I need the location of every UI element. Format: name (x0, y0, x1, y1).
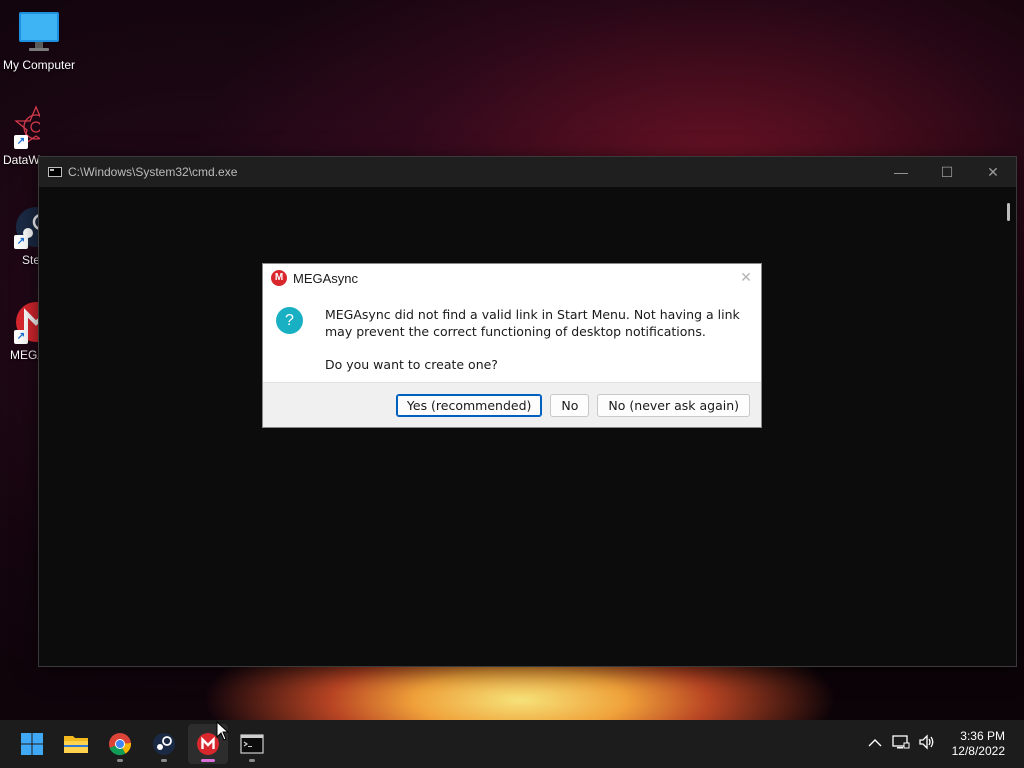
taskbar-file-explorer[interactable] (56, 724, 96, 764)
desktop-icon-label: My Computer (2, 58, 76, 72)
taskbar-clock[interactable]: 3:36 PM 12/8/2022 (952, 729, 1005, 759)
steam-icon (153, 733, 175, 755)
dialog-title: MEGAsync (293, 270, 359, 286)
running-indicator (161, 759, 167, 762)
running-indicator (249, 759, 255, 762)
desktop-icon-my-computer[interactable]: My Computer (0, 10, 78, 72)
dialog-button-bar: Yes (recommended) No No (never ask again… (263, 382, 761, 427)
mega-logo-icon: M (271, 270, 287, 286)
taskbar-steam[interactable] (144, 724, 184, 764)
desktop-icon-mega[interactable]: ↗ MEGA (0, 300, 40, 362)
shortcut-arrow-icon: ↗ (14, 330, 28, 344)
folder-icon (64, 736, 88, 753)
steam-icon: ↗ (14, 205, 40, 249)
running-indicator (117, 759, 123, 762)
never-ask-again-button[interactable]: No (never ask again) (597, 393, 750, 417)
maximize-button[interactable]: ☐ (924, 157, 970, 187)
dialog-question: Do you want to create one? (325, 357, 498, 372)
cmd-scrollbar[interactable] (1007, 203, 1010, 221)
terminal-icon (48, 167, 62, 177)
megasync-dialog: M MEGAsync ✕ ? MEGAsync did not find a v… (262, 263, 762, 428)
start-button[interactable] (12, 724, 52, 764)
show-hidden-icons-chevron-icon[interactable] (862, 736, 888, 752)
clock-time: 3:36 PM (960, 729, 1005, 743)
no-button[interactable]: No (550, 393, 590, 417)
windows-start-icon (21, 733, 43, 755)
cmd-window-title: C:\Windows\System32\cmd.exe (68, 165, 238, 179)
question-icon: ? (276, 307, 303, 334)
close-button[interactable]: ✕ (970, 157, 1016, 187)
dialog-titlebar[interactable]: M MEGAsync ✕ (263, 264, 761, 292)
desktop-icon-datawrapper[interactable]: ↗ DataW (0, 105, 40, 167)
dialog-message: MEGAsync did not find a valid link in St… (325, 307, 740, 339)
monitor-icon (17, 10, 61, 54)
network-icon[interactable] (888, 734, 914, 754)
active-indicator (201, 759, 215, 762)
volume-icon[interactable] (914, 734, 940, 754)
desktop-icon-steam[interactable]: ↗ Ste (0, 205, 40, 267)
dialog-body: ? MEGAsync did not find a valid link in … (263, 292, 761, 382)
taskbar: 3:36 PM 12/8/2022 (0, 720, 1024, 768)
taskbar-chrome[interactable] (100, 724, 140, 764)
datawrapper-icon: ↗ (14, 105, 40, 149)
shortcut-arrow-icon: ↗ (14, 235, 28, 249)
system-tray (862, 720, 940, 768)
terminal-icon (240, 734, 264, 754)
chrome-icon (109, 733, 132, 756)
taskbar-cmd[interactable] (232, 724, 272, 764)
dialog-close-button[interactable]: ✕ (731, 270, 761, 286)
shortcut-arrow-icon: ↗ (14, 135, 28, 149)
desktop-icon-label: MEGA (10, 348, 40, 362)
mega-icon: ↗ (14, 300, 40, 344)
minimize-button[interactable]: — (878, 157, 924, 187)
cmd-titlebar[interactable]: C:\Windows\System32\cmd.exe — ☐ ✕ (39, 157, 1016, 187)
yes-recommended-button[interactable]: Yes (recommended) (395, 393, 543, 417)
desktop-icon-label: Ste (22, 253, 40, 267)
desktop-icon-label: DataW (3, 153, 40, 167)
clock-date: 12/8/2022 (951, 744, 1005, 758)
